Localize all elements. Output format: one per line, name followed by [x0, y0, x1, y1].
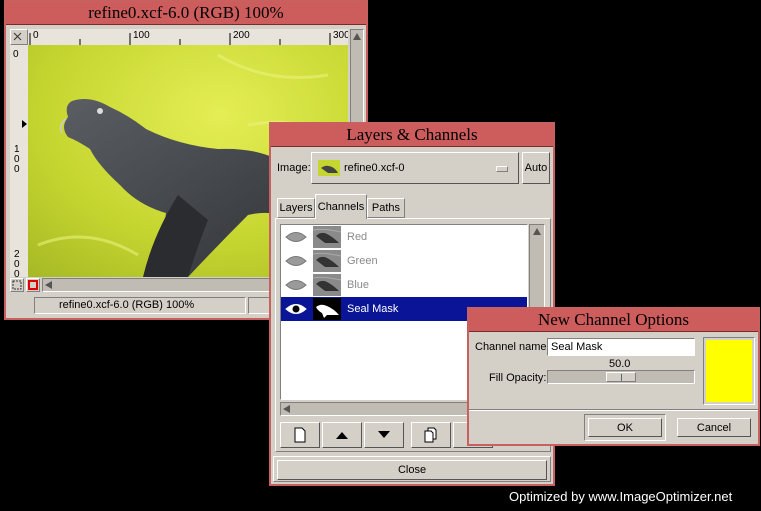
channel-options-title: New Channel Options — [469, 309, 758, 332]
close-button-label: Close — [397, 464, 427, 476]
channel-name-input[interactable]: Seal Mask — [547, 338, 695, 356]
opacity-value: 50.0 — [609, 358, 631, 370]
image-option-menu[interactable]: refine0.xcf-0 — [311, 152, 519, 184]
channel-name: Green — [347, 255, 378, 267]
layers-dialog-title: Layers & Channels — [271, 124, 553, 147]
hruler-label-100: 100 — [133, 30, 150, 41]
lower-channel-button[interactable] — [364, 422, 404, 448]
option-menu-indicator-icon — [496, 166, 508, 172]
opacity-slider-thumb[interactable] — [606, 372, 636, 382]
new-page-icon — [294, 427, 306, 443]
duplicate-icon — [424, 427, 437, 443]
arrow-up-icon — [336, 432, 348, 439]
close-button[interactable]: Close — [277, 460, 547, 480]
image-status-bar: refine0.xcf-6.0 (RGB) 100% — [34, 297, 246, 314]
navigation-icon[interactable] — [10, 278, 24, 292]
slider-grip-icon — [621, 374, 622, 381]
hruler-label-200: 200 — [233, 30, 250, 41]
scroll-up-arrow-icon[interactable] — [353, 33, 361, 40]
list-scroll-left-arrow-icon[interactable] — [283, 405, 290, 413]
options-separator — [469, 409, 758, 411]
cancel-button-label: Cancel — [696, 421, 732, 434]
ok-button[interactable]: OK — [588, 418, 662, 437]
image-thumbnail-icon — [318, 160, 340, 176]
horizontal-ruler-ticks — [29, 33, 331, 45]
fill-opacity-label: Fill Opacity: — [489, 372, 547, 384]
new-channel-options-dialog: New Channel Options Channel name: Seal M… — [467, 307, 760, 446]
ok-button-label: OK — [617, 421, 633, 434]
channel-name: Blue — [347, 279, 370, 291]
channel-color-button[interactable] — [703, 337, 755, 405]
channel-thumbnail — [313, 274, 341, 296]
channel-row[interactable]: Blue — [281, 273, 527, 297]
tab-channels[interactable]: Channels — [315, 194, 367, 219]
watermark-text: Optimized by www.ImageOptimizer.net — [509, 489, 733, 504]
tab-layers-label: Layers — [279, 202, 313, 214]
tab-channels-label: Channels — [317, 201, 365, 213]
eye-icon[interactable] — [285, 302, 311, 316]
raise-channel-button[interactable] — [322, 422, 362, 448]
vruler-label-0: 0 — [13, 49, 19, 60]
new-channel-button[interactable] — [280, 422, 320, 448]
tab-layers[interactable]: Layers — [277, 198, 315, 218]
channel-name-value: Seal Mask — [551, 341, 603, 353]
eye-icon[interactable] — [285, 230, 311, 244]
channel-name: Seal Mask — [347, 303, 399, 315]
image-label: Image: — [277, 162, 311, 174]
channel-thumbnail — [313, 250, 341, 272]
quickmask-toggle-icon[interactable] — [26, 278, 40, 292]
tab-paths[interactable]: Paths — [367, 198, 405, 218]
horizontal-ruler: 0 100 200 300 — [28, 29, 348, 46]
channel-name-label: Channel name: — [475, 341, 550, 353]
list-scroll-up-arrow-icon[interactable] — [533, 228, 541, 235]
duplicate-channel-button[interactable] — [411, 422, 451, 448]
eye-icon[interactable] — [285, 278, 311, 292]
channel-thumbnail — [313, 298, 341, 320]
scroll-left-arrow-icon[interactable] — [45, 281, 52, 289]
eye-icon[interactable] — [285, 254, 311, 268]
vruler-label-100: 1 0 0 — [14, 144, 20, 175]
vruler-label-200: 2 0 0 — [14, 249, 20, 278]
hruler-label-300: 300 — [333, 30, 348, 41]
auto-button-label: Auto — [524, 162, 548, 174]
image-status-text: refine0.xcf-6.0 (RGB) 100% — [59, 299, 195, 311]
auto-button[interactable]: Auto — [522, 152, 550, 184]
tab-paths-label: Paths — [371, 202, 401, 214]
arrow-down-icon — [378, 431, 390, 438]
cancel-button[interactable]: Cancel — [677, 418, 751, 437]
image-option-value: refine0.xcf-0 — [344, 162, 405, 174]
hruler-label-0: 0 — [33, 30, 39, 41]
image-window-title: refine0.xcf-6.0 (RGB) 100% — [6, 2, 366, 25]
ruler-corner[interactable] — [10, 29, 28, 45]
channel-name: Red — [347, 231, 368, 243]
channel-row[interactable]: Green — [281, 249, 527, 273]
fill-opacity-slider[interactable] — [547, 370, 695, 384]
channel-thumbnail — [313, 226, 341, 248]
channel-row[interactable]: Red — [281, 225, 527, 249]
vertical-ruler: 0 1 0 0 2 0 0 — [10, 45, 29, 277]
vruler-pointer-icon — [22, 120, 27, 128]
channel-color-swatch — [706, 340, 752, 402]
